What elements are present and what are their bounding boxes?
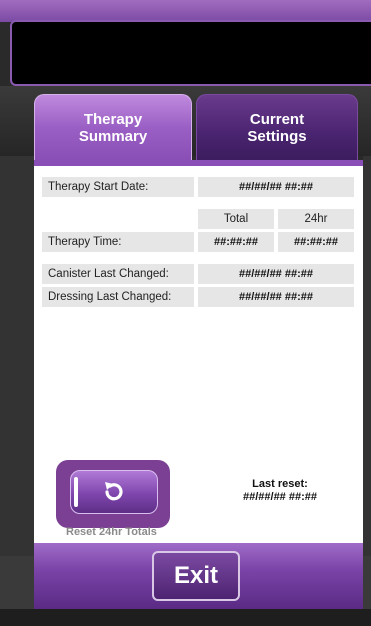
therapy-start-date-value: ##/##/## ##:##	[198, 177, 354, 197]
canister-last-changed-label: Canister Last Changed:	[42, 264, 194, 284]
24hr-column-header: 24hr	[278, 209, 354, 229]
bottom-frame	[0, 609, 371, 626]
exit-button[interactable]: Exit	[152, 551, 240, 601]
top-frame	[0, 0, 371, 22]
tab-current-settings[interactable]: Current Settings	[196, 94, 358, 160]
tab-label: Current Settings	[247, 110, 307, 145]
reset-arrow-icon	[105, 482, 123, 501]
button-edge-bar	[74, 477, 78, 507]
reset-highlight-frame	[56, 460, 170, 528]
reset-24hr-totals-label: Reset 24hr Totals	[66, 526, 157, 538]
tab-therapy-summary[interactable]: Therapy Summary	[34, 94, 192, 160]
therapy-start-date-label: Therapy Start Date:	[42, 177, 194, 197]
right-bezel	[363, 156, 371, 556]
tab-label: Therapy Summary	[78, 110, 148, 145]
therapy-time-label: Therapy Time:	[42, 232, 194, 252]
total-column-header: Total	[198, 209, 274, 229]
last-reset-label: Last reset:	[252, 478, 308, 490]
canister-last-changed-value: ##/##/## ##:##	[198, 264, 354, 284]
therapy-time-24hr: ##:##:##	[278, 232, 354, 252]
last-reset-value: ##/##/## ##:##	[242, 491, 317, 503]
reset-24hr-totals-button[interactable]	[70, 470, 158, 514]
last-reset-info: Last reset: ##/##/## ##:##	[225, 478, 335, 504]
therapy-time-total: ##:##:##	[198, 232, 274, 252]
left-bezel	[0, 156, 34, 556]
dressing-last-changed-label: Dressing Last Changed:	[42, 287, 194, 307]
status-display	[10, 20, 371, 86]
dressing-last-changed-value: ##/##/## ##:##	[198, 287, 354, 307]
